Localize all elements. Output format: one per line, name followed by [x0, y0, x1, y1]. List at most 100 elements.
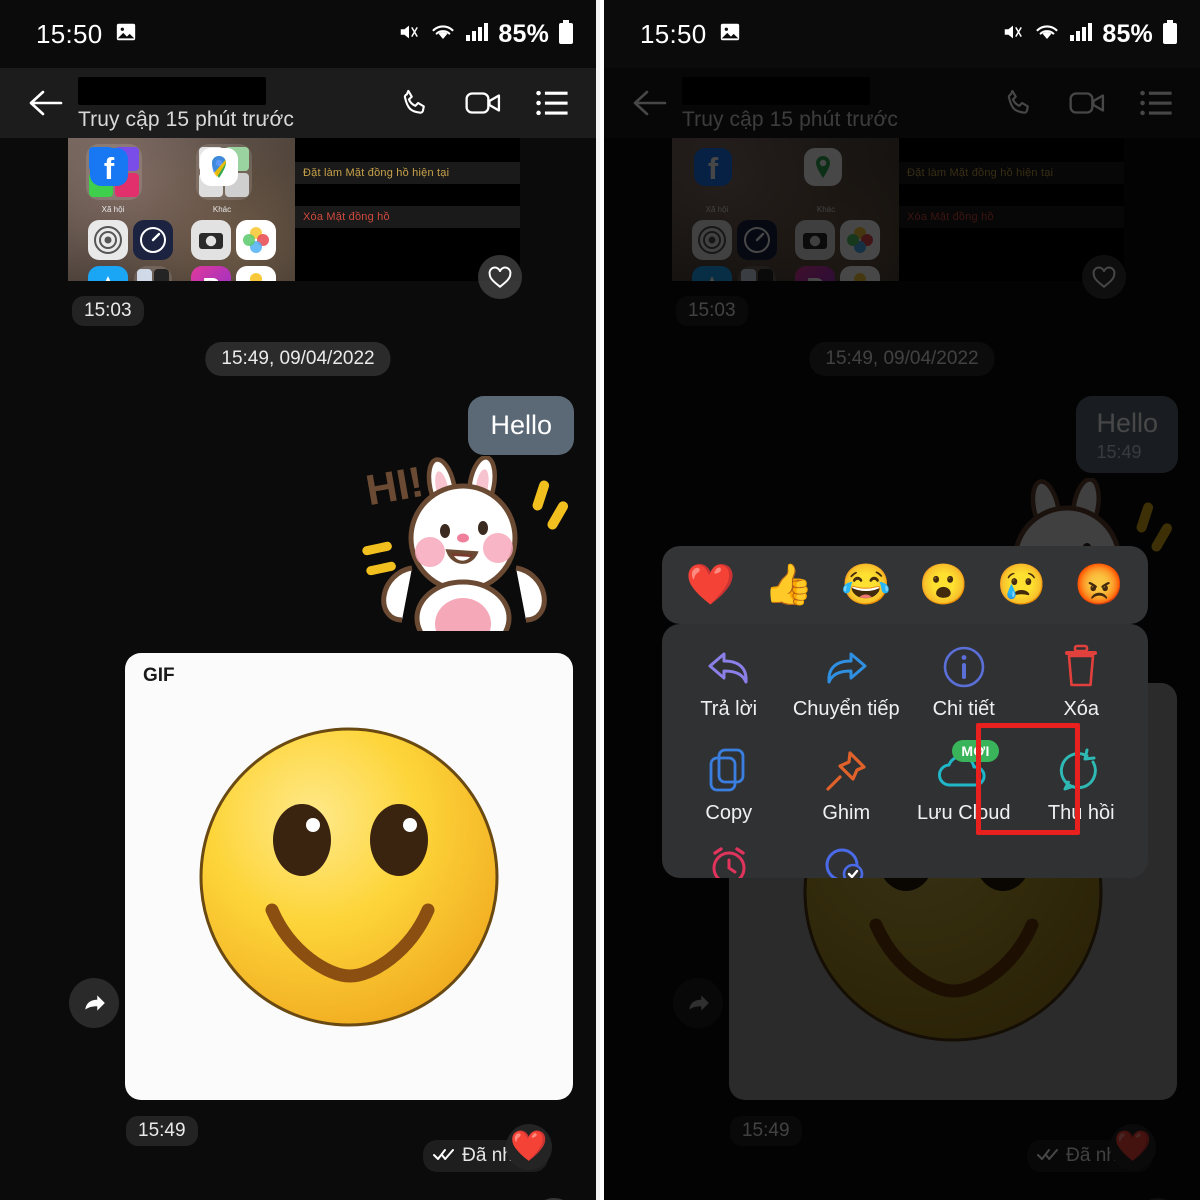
hello-bubble-text-right: Hello — [1096, 408, 1158, 438]
ios-home-screen-thumb: f Xã hội Khác — [68, 138, 295, 281]
ios-home-screen-thumb-right: f Xã hội Khác — [671, 138, 899, 281]
heart-outline-icon[interactable] — [478, 255, 522, 299]
heart-reaction-emoji-right: ❤️ — [1114, 1130, 1152, 1163]
context-item-copy[interactable]: Copy — [670, 742, 788, 842]
date-divider: 15:49, 09/04/2022 — [205, 342, 391, 376]
battery-percent-right: 85% — [1102, 19, 1153, 48]
chat-title-block-right[interactable]: Truy cập 15 phút trước — [681, 75, 1000, 132]
rabbit-sticker[interactable]: HI! — [350, 455, 580, 657]
camera-icon — [191, 220, 231, 260]
menu-icon[interactable] — [532, 83, 572, 123]
picsart-icon-right: P — [794, 266, 835, 281]
call-icon[interactable] — [396, 83, 436, 123]
ios-folder-misc — [134, 266, 172, 281]
context-item-placeholder-1 — [905, 846, 1023, 878]
cry-reaction[interactable]: 😢 — [997, 565, 1047, 605]
app-icon-1 — [88, 220, 128, 260]
context-item-forward-label: Chuyển tiếp — [792, 698, 900, 720]
screenshot-message[interactable]: f Xã hội Khác Đặt làm Mặt đồng hồ hiện t… — [68, 138, 522, 299]
context-item-select-partial[interactable] — [787, 846, 905, 878]
laugh-reaction[interactable]: 😂 — [841, 565, 891, 605]
screenshot-message-right[interactable]: f Xã hội Khác Đặt làm Mặt đồng hồ hiện t… — [671, 138, 1126, 299]
context-item-delete-label: Xóa — [1063, 698, 1100, 720]
context-item-details-label: Chi tiết — [932, 698, 995, 720]
mute-icon-right — [1001, 21, 1025, 48]
back-arrow-icon-right[interactable] — [628, 82, 670, 124]
image-icon-right — [719, 21, 741, 48]
heart-reaction-badge[interactable]: ❤️ — [506, 1124, 552, 1170]
battery-icon-right — [1162, 19, 1178, 49]
heart-outline-icon-right[interactable] — [1081, 255, 1126, 299]
video-call-icon-right[interactable] — [1068, 83, 1108, 123]
like-reaction[interactable]: 👍 — [764, 565, 814, 605]
gif-timestamp: 15:49 — [126, 1116, 198, 1146]
photos-icon-right — [839, 220, 880, 260]
recall-highlight-box — [975, 723, 1080, 835]
smiley-gif-image — [199, 727, 499, 1026]
speed-test-icon — [133, 220, 173, 260]
right-panel-content: Truy cập 15 phút trước f Xã hội Khác Đặt… — [603, 68, 1200, 1200]
status-bar-right-panel: 15:50 85% — [603, 0, 1200, 68]
signal-icon-right — [1069, 21, 1093, 48]
picsart-icon: P — [191, 266, 231, 281]
left-phone-panel: 15:50 85% Truy cập 15 phút trước f Xã hộ… — [0, 0, 596, 1200]
context-item-pin-label: Ghim — [822, 802, 871, 824]
panel-divider — [596, 0, 600, 1200]
hello-bubble-time: 15:49 — [1096, 442, 1142, 462]
angry-reaction[interactable]: 😡 — [1074, 565, 1124, 605]
double-check-icon-right — [1037, 1145, 1059, 1167]
folder-label-social: Xã hội — [101, 205, 125, 214]
heart-reaction-emoji: ❤️ — [510, 1130, 548, 1163]
surprised-reaction[interactable]: 😮 — [919, 565, 969, 605]
gif-message[interactable]: GIF — [125, 653, 573, 1100]
wifi-icon-right — [1034, 21, 1060, 48]
call-icon-right[interactable] — [1000, 83, 1040, 123]
context-item-reply[interactable]: Trả lời — [670, 638, 788, 738]
forward-icon — [821, 638, 871, 696]
right-phone-panel: 15:50 85% Truy cập 15 phút trước f Xã hộ… — [603, 0, 1200, 1200]
last-seen-text-right: Truy cập 15 phút trước — [681, 107, 898, 131]
context-item-reminder-partial[interactable] — [670, 846, 788, 878]
heart-reaction[interactable]: ❤️ — [686, 565, 736, 605]
context-item-forward[interactable]: Chuyển tiếp — [787, 638, 905, 738]
reply-icon — [704, 638, 754, 696]
ios-watchface-menu-thumb-right: Đặt làm Mặt đồng hồ hiện tại Xóa Mặt đồn… — [898, 138, 1126, 299]
context-item-pin[interactable]: Ghim — [787, 742, 905, 842]
hello-bubble-text: Hello — [490, 410, 552, 440]
mute-icon — [397, 21, 421, 48]
menu-icon-right[interactable] — [1136, 83, 1176, 123]
share-arrow-icon-right[interactable] — [672, 978, 723, 1028]
screenshot-stage: 15:50 85% Truy cập 15 phút trước f Xã hộ… — [0, 0, 1200, 1200]
context-item-reply-label: Trả lời — [700, 698, 758, 720]
status-bar-left: 15:50 — [36, 19, 137, 50]
svg-text:P: P — [202, 272, 219, 281]
back-arrow-icon[interactable] — [24, 82, 66, 124]
chat-title-block[interactable]: Truy cập 15 phút trước — [78, 75, 396, 132]
pin-icon — [822, 742, 870, 800]
share-arrow-icon[interactable] — [69, 978, 119, 1028]
trash-icon — [1060, 638, 1102, 696]
menu-text-set-watchface-right: Đặt làm Mặt đồng hồ hiện tại — [906, 167, 1054, 179]
screenshot-timestamp: 15:03 — [72, 296, 144, 326]
google-maps-icon-right — [803, 148, 842, 186]
copy-icon — [706, 742, 752, 800]
gif-label: GIF — [143, 665, 175, 686]
alarm-clock-icon — [705, 846, 753, 878]
sticker-caption: HI! — [362, 458, 427, 515]
heart-reaction-badge-right[interactable]: ❤️ — [1109, 1124, 1156, 1170]
folder-label-other-right: Khác — [816, 205, 836, 214]
ios-folder-misc-right — [737, 266, 776, 281]
context-item-placeholder-2 — [1022, 846, 1140, 878]
hello-bubble-right[interactable]: Hello 15:49 — [1076, 396, 1178, 473]
status-bar-left-right-panel: 15:50 — [640, 19, 741, 50]
speed-test-icon-right — [736, 220, 777, 260]
ios-watchface-menu-thumb: Đặt làm Mặt đồng hồ hiện tại Xóa Mặt đồn… — [295, 138, 522, 299]
date-divider-right: 15:49, 09/04/2022 — [809, 342, 995, 376]
double-check-icon — [433, 1145, 455, 1167]
hello-bubble[interactable]: Hello — [468, 396, 574, 455]
folder-label-social-right: Xã hội — [705, 205, 729, 214]
facebook-icon: f — [90, 148, 128, 186]
status-bar-right-right-panel: 85% — [1001, 19, 1178, 49]
video-call-icon[interactable] — [464, 83, 504, 123]
wifi-icon — [430, 21, 456, 48]
